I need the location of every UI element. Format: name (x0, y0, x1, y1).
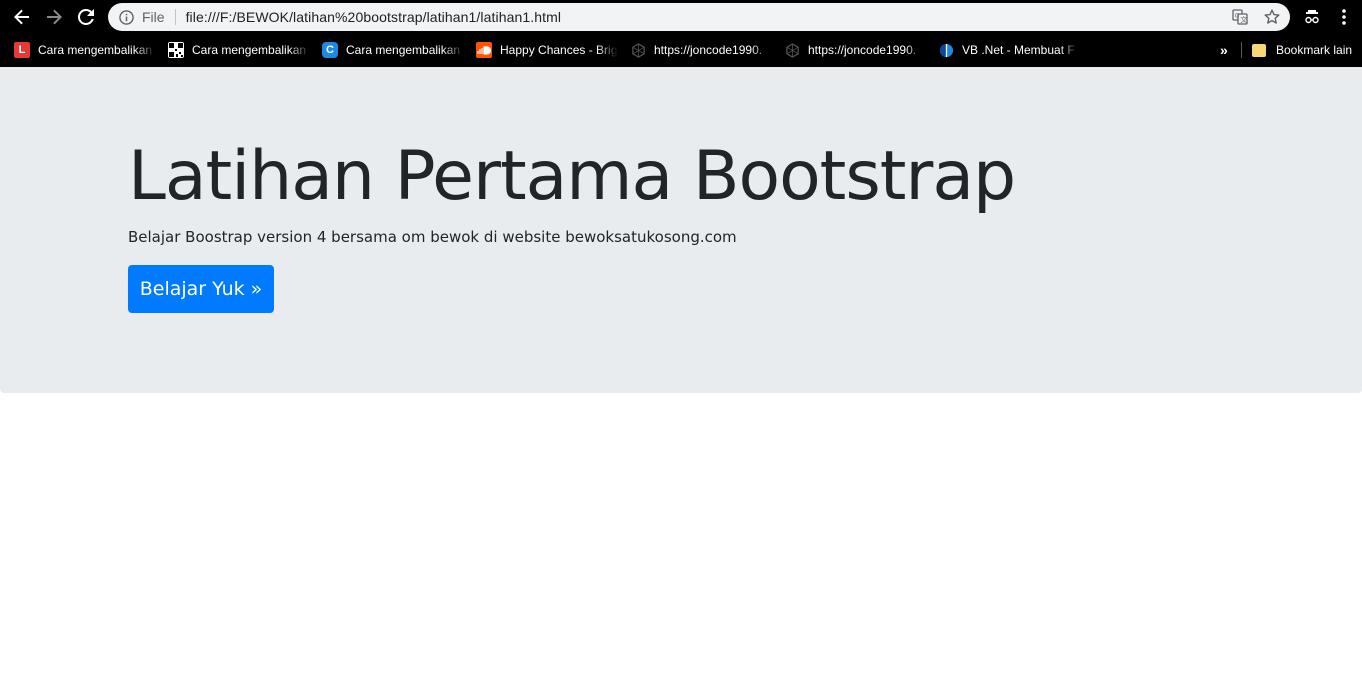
bookmark-item[interactable]: https://joncode1990. (630, 42, 784, 58)
page-title: Latihan Pertama Bootstrap (128, 137, 1016, 216)
bookmark-label: https://joncode1990. (808, 43, 917, 57)
soundcloud-favicon-icon (476, 42, 492, 58)
translate-icon[interactable]: 文G (1230, 7, 1250, 27)
svg-text:G: G (1235, 13, 1240, 20)
reload-icon (78, 8, 94, 25)
blue-half-circle-favicon-icon (938, 42, 954, 58)
hexagon-favicon-icon (630, 42, 646, 58)
bookmark-item[interactable]: Happy Chances - Brig (476, 42, 630, 58)
bookmarks-divider (1241, 42, 1242, 58)
bookmark-label: Cara mengembalikan (38, 43, 153, 57)
url-text[interactable]: file:///F:/BEWOK/latihan%20bootstrap/lat… (186, 9, 562, 25)
address-bar[interactable]: File file:///F:/BEWOK/latihan%20bootstra… (108, 3, 1290, 31)
scheme-label: File (142, 9, 165, 25)
browser-toolbar: File file:///F:/BEWOK/latihan%20bootstra… (0, 0, 1362, 33)
bookmark-label: VB .Net - Membuat F (962, 43, 1075, 57)
bookmark-item[interactable]: https://joncode1990. (784, 42, 938, 58)
info-icon[interactable] (118, 9, 134, 25)
arrow-right-icon (47, 9, 62, 24)
bookmark-label: Happy Chances - Brig (500, 43, 618, 57)
more-bookmarks-chevron[interactable]: » (1220, 33, 1228, 67)
svg-text:文: 文 (1240, 15, 1247, 24)
divider (174, 9, 176, 25)
folder-icon (1252, 43, 1266, 57)
reload-button[interactable] (70, 0, 102, 33)
bookmark-item[interactable]: C Cara mengembalikan (322, 42, 476, 58)
other-bookmarks-folder[interactable]: Bookmark lain (1252, 33, 1352, 67)
bookmark-label: Cara mengembalikan (346, 43, 461, 57)
back-button[interactable] (6, 0, 38, 33)
red-l-favicon-icon: L (14, 42, 30, 58)
bookmark-label: Cara mengembalikan (192, 43, 307, 57)
other-bookmarks-label: Bookmark lain (1276, 43, 1353, 57)
more-vert-icon[interactable] (1336, 7, 1352, 27)
jumbotron: Latihan Pertama Bootstrap Belajar Boostr… (0, 67, 1362, 393)
bookmark-item[interactable]: Cara mengembalikan (168, 42, 322, 58)
qr-code-favicon-icon (168, 42, 184, 58)
belajar-yuk-button[interactable]: Belajar Yuk » (128, 265, 274, 313)
blue-c-favicon-icon: C (322, 42, 338, 58)
incognito-extension-icon[interactable] (1302, 7, 1322, 27)
bookmark-label: https://joncode1990. (654, 43, 763, 57)
forward-button[interactable] (38, 0, 70, 33)
star-icon[interactable] (1262, 7, 1282, 27)
lead-text: Belajar Boostrap version 4 bersama om be… (128, 228, 737, 246)
arrow-left-icon (14, 9, 29, 24)
bookmark-item[interactable]: L Cara mengembalikan (14, 42, 168, 58)
bookmarks-bar: L Cara mengembalikan Cara mengembalikan … (0, 33, 1362, 67)
bookmark-item[interactable]: VB .Net - Membuat F (938, 42, 1092, 58)
hexagon-favicon-icon (784, 42, 800, 58)
